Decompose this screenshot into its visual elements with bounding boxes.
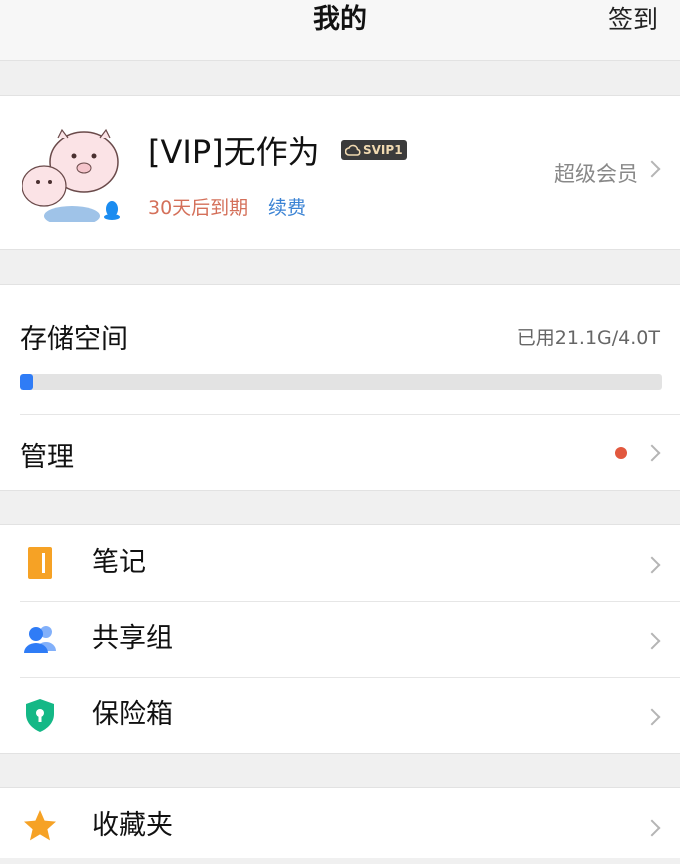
- expiry-text: 30天后到期: [148, 197, 249, 219]
- chevron-right-icon: [643, 160, 661, 178]
- list-item-notes[interactable]: 笔记: [0, 525, 680, 601]
- manage-row[interactable]: 管理: [0, 415, 680, 490]
- storage-card: 存储空间 已用21.1G/4.0T 管理: [0, 284, 680, 491]
- chevron-right-icon: [643, 632, 661, 650]
- chevron-right-icon: [643, 556, 661, 574]
- list-item-safe-box[interactable]: 保险箱: [0, 677, 680, 753]
- username: [VIP]无作为: [148, 133, 320, 171]
- storage-label: 存储空间: [20, 324, 128, 355]
- menu-list: 笔记 共享组 保险箱: [0, 524, 680, 754]
- list-item-label: 笔记: [92, 547, 146, 578]
- cloud-icon: [345, 144, 361, 156]
- renew-link[interactable]: 续费: [268, 193, 306, 220]
- menu-list-2: 收藏夹: [0, 787, 680, 858]
- qq-penguin-icon: [104, 201, 120, 220]
- notebook-icon: [28, 547, 52, 579]
- list-item-share-group[interactable]: 共享组: [0, 601, 680, 677]
- notification-dot: [615, 447, 627, 459]
- list-item-favorites[interactable]: 收藏夹: [0, 788, 680, 864]
- manage-label: 管理: [20, 442, 74, 473]
- list-item-label: 共享组: [92, 623, 173, 654]
- sign-in-button[interactable]: 签到: [608, 0, 658, 40]
- star-icon: [24, 810, 56, 841]
- nav-bar: 我的 签到: [0, 0, 680, 61]
- page-title: 我的: [313, 4, 367, 35]
- storage-progress-bar: [20, 374, 662, 390]
- storage-progress-fill: [20, 374, 33, 390]
- chevron-right-icon: [643, 819, 661, 837]
- super-member-link[interactable]: 超级会员: [554, 158, 638, 188]
- people-icon: [24, 626, 56, 653]
- list-item-label: 收藏夹: [92, 810, 173, 841]
- chevron-right-icon: [643, 444, 661, 462]
- svip-badge: SVIP1: [341, 140, 407, 160]
- list-item-label: 保险箱: [92, 699, 173, 730]
- profile-card[interactable]: [VIP]无作为 SVIP1 30天后到期 续费 超级会员: [0, 95, 680, 250]
- storage-usage: 已用21.1G/4.0T: [516, 327, 660, 349]
- svip-label: SVIP1: [363, 143, 403, 157]
- shield-lock-icon: [26, 699, 54, 732]
- chevron-right-icon: [643, 708, 661, 726]
